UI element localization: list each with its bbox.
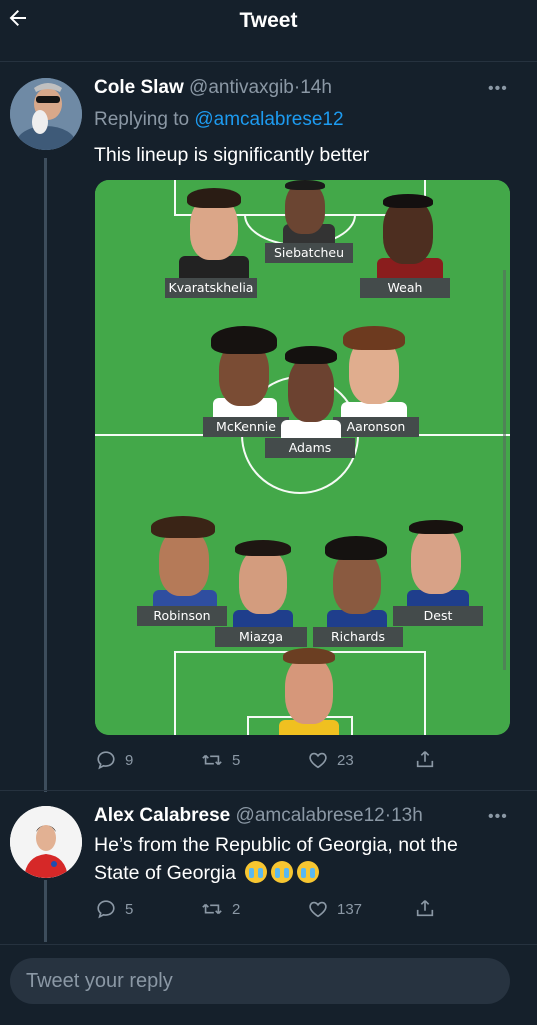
retweet-icon xyxy=(202,903,222,915)
retweet-count-2: 2 xyxy=(232,900,241,918)
like-count-2: 137 xyxy=(337,900,363,918)
header-divider xyxy=(0,61,537,62)
author-name[interactable]: Cole Slaw xyxy=(94,77,184,98)
reply-button[interactable]: 9 xyxy=(95,749,133,771)
nameplate-mckennie: McKennie xyxy=(203,417,289,437)
author-handle[interactable]: @antivaxgib xyxy=(189,77,294,98)
nameplate-adams: Adams xyxy=(265,438,355,458)
nameplate-aaronson: Aaronson xyxy=(333,417,419,437)
share-button-2[interactable] xyxy=(414,897,436,919)
tweet-divider xyxy=(0,790,537,791)
reply-icon xyxy=(97,751,115,770)
crying-emoji-icon xyxy=(241,861,320,884)
more-icon-2[interactable]: ••• xyxy=(488,808,508,826)
reply-count-2: 5 xyxy=(125,900,134,918)
nameplate-weah: Weah xyxy=(360,278,450,298)
replying-prefix: Replying to xyxy=(94,109,195,130)
avatar-alex-calabrese[interactable] xyxy=(10,806,82,878)
like-icon xyxy=(309,901,327,918)
reply-icon xyxy=(97,900,115,919)
more-icon[interactable]: ••• xyxy=(488,80,508,98)
avatar-cole-slaw[interactable] xyxy=(10,78,82,150)
tweet2-header: Alex Calabrese @amcalabrese12·13h xyxy=(94,805,423,827)
tweet-time[interactable]: 14h xyxy=(300,77,332,98)
nameplate-kvaratskhelia: Kvaratskhelia xyxy=(165,278,257,298)
nameplate-robinson: Robinson xyxy=(137,606,227,626)
page-title: Tweet xyxy=(239,9,298,32)
retweet-button-2[interactable]: 2 xyxy=(200,898,240,920)
retweet-button[interactable]: 5 xyxy=(200,749,240,771)
nameplate-richards: Richards xyxy=(313,627,403,647)
nameplate-siebatcheu: Siebatcheu xyxy=(265,243,353,263)
retweet-icon xyxy=(202,754,222,766)
like-button[interactable]: 23 xyxy=(307,749,354,771)
share-icon xyxy=(416,900,434,917)
reply-count: 9 xyxy=(125,751,134,769)
thread-line xyxy=(44,158,47,792)
share-icon xyxy=(416,751,434,768)
like-button-2[interactable]: 137 xyxy=(307,898,362,920)
author-handle-2[interactable]: @amcalabrese12 xyxy=(236,805,385,826)
like-icon xyxy=(309,752,327,769)
nameplate-miazga: Miazga xyxy=(215,627,307,647)
avatar-image-2 xyxy=(10,806,82,878)
reply-input[interactable]: Tweet your reply xyxy=(10,958,510,1004)
top-bar: Tweet xyxy=(0,0,537,40)
avatar-image xyxy=(10,78,82,150)
share-button[interactable] xyxy=(414,748,436,770)
nameplate-dest: Dest xyxy=(393,606,483,626)
tweet1-header: Cole Slaw @antivaxgib·14h xyxy=(94,77,332,99)
tweet1-text: This lineup is significantly better xyxy=(94,144,370,166)
replying-handle-link[interactable]: @amcalabrese12 xyxy=(194,109,343,130)
retweet-count: 5 xyxy=(232,751,241,769)
lineup-image[interactable]: Siebatcheu Kvaratskhelia Weah McKennie A… xyxy=(95,180,510,735)
replying-to: Replying to @amcalabrese12 xyxy=(94,109,344,131)
thread-line-2 xyxy=(44,880,47,942)
reply-button-2[interactable]: 5 xyxy=(95,898,133,920)
author-name-2[interactable]: Alex Calabrese xyxy=(94,805,230,826)
like-count: 23 xyxy=(337,751,354,769)
tweet-time-2[interactable]: 13h xyxy=(391,805,423,826)
tweet2-text: He’s from the Republic of Georgia, not t… xyxy=(94,831,504,887)
